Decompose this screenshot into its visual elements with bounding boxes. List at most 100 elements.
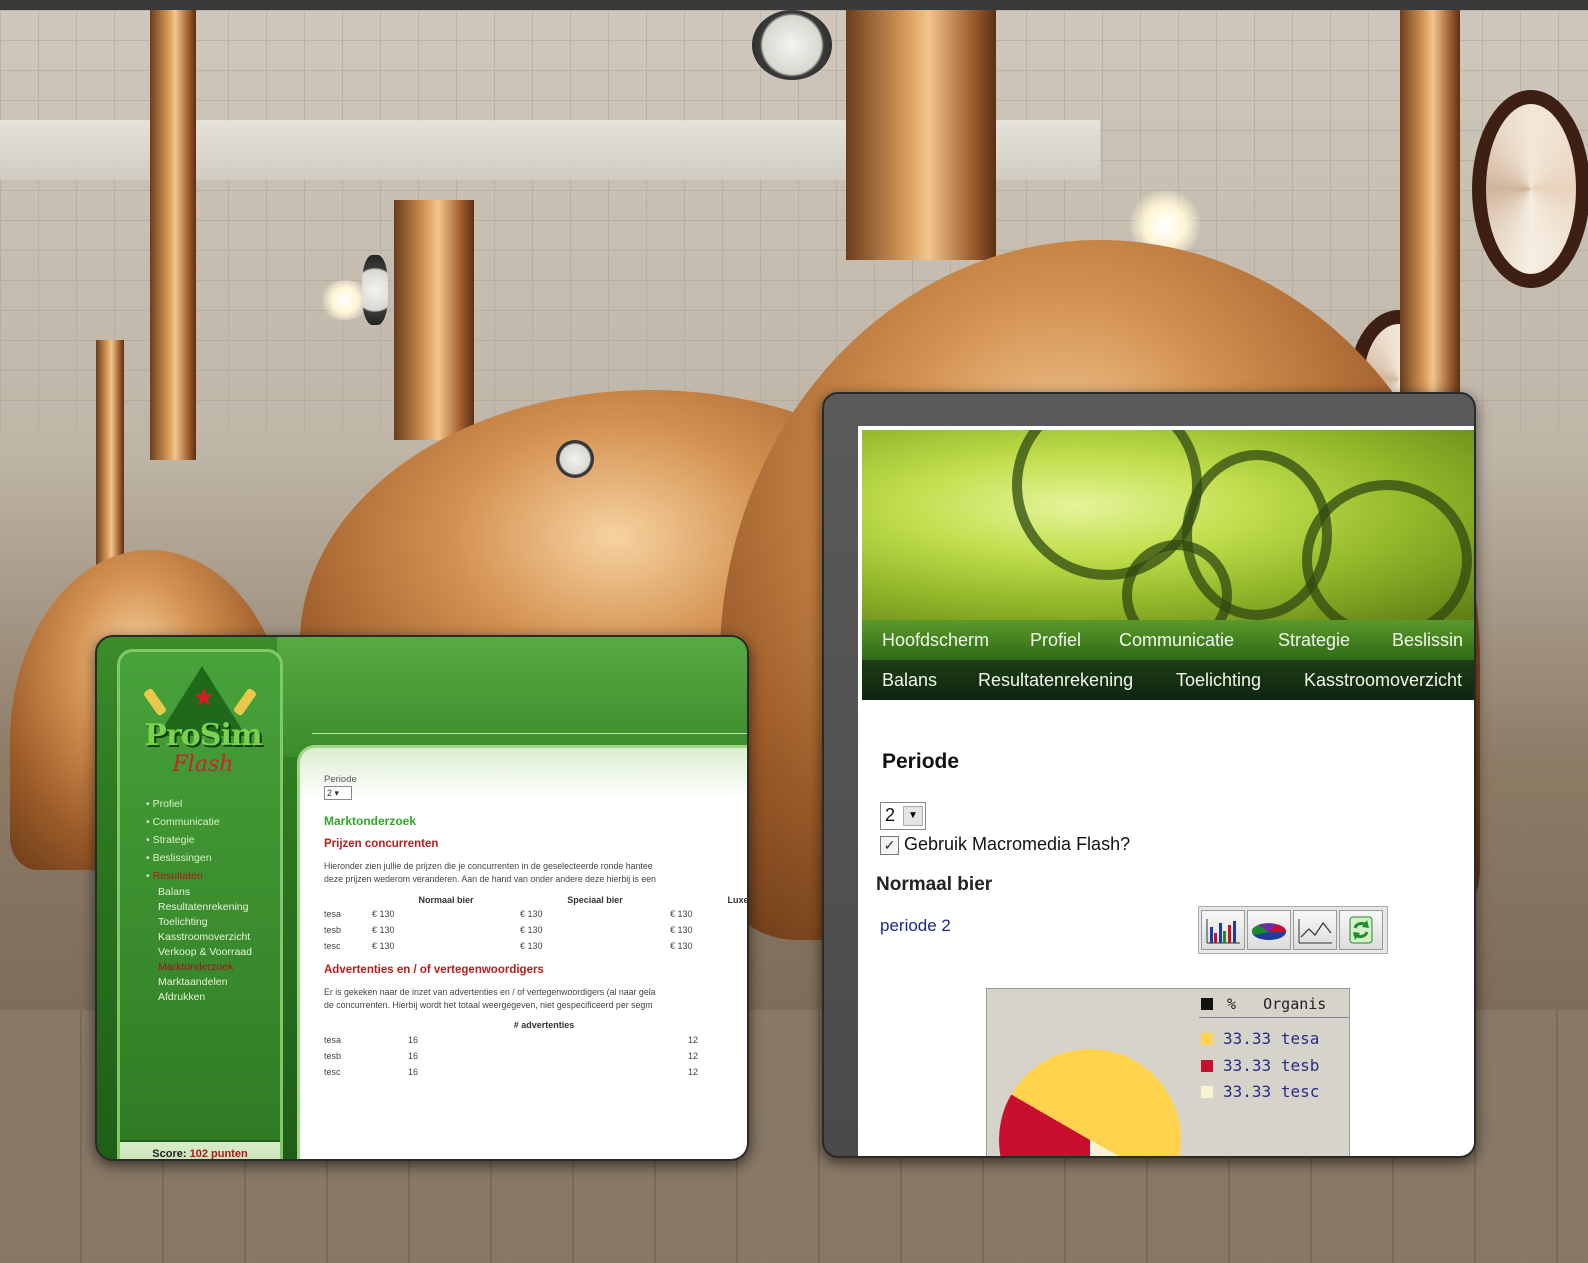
copper-pipe [1400, 10, 1460, 430]
pie-chart-icon[interactable] [1247, 910, 1291, 950]
sidebar-subitem-balans[interactable]: Balans [146, 885, 286, 900]
logo-text: ProSim [144, 718, 262, 753]
table-row: tesc 16 12 [324, 1064, 724, 1080]
star-icon: ★ [192, 682, 216, 712]
sidebar-subitem-resultatenrekening[interactable]: Resultatenrekening [146, 900, 286, 915]
browser-pane: Hoofdscherm Profiel Communicatie Strateg… [858, 426, 1474, 1156]
sidebar-item-resultaten[interactable]: Resultaten [146, 867, 286, 885]
flash-checkbox[interactable]: ✓ [880, 836, 899, 855]
legend-item: 33.33 tesa [1201, 1029, 1319, 1048]
table-cell: € 130 [372, 941, 395, 951]
subnav-item-balans[interactable]: Balans [882, 660, 937, 700]
header-banner [862, 430, 1474, 620]
subnav-item-kasstroomoverzicht[interactable]: Kasstroomoverzicht [1304, 660, 1462, 700]
table-cell: € 130 [670, 909, 693, 919]
table-header [324, 894, 372, 906]
table-cell: tesc [324, 941, 341, 951]
nav-item-beslissingen[interactable]: Beslissin [1392, 620, 1463, 660]
nav-item-strategie[interactable]: Strategie [1278, 620, 1350, 660]
legend-value: 33.33 [1223, 1082, 1272, 1101]
table-cell: tesc [324, 1067, 341, 1077]
text-line: Hieronder zien jullie de prijzen die je … [324, 861, 653, 871]
ad-table-header: # advertenties [513, 1020, 575, 1030]
sidebar-subitem-marktonderzoek[interactable]: Marktonderzoek [146, 960, 286, 975]
periode-label: Periode [324, 774, 357, 785]
nav-item-hoofdscherm[interactable]: Hoofdscherm [882, 620, 989, 660]
nav-item-profiel[interactable]: Profiel [1030, 620, 1081, 660]
flash-checkbox-label: Gebruik Macromedia Flash? [904, 834, 1131, 854]
chevron-down-icon: ▼ [903, 806, 923, 826]
bar-chart-icon[interactable] [1201, 910, 1245, 950]
legend-header: % Organis [1201, 995, 1326, 1013]
table-cell: tesa [324, 909, 342, 919]
subnav-item-toelichting[interactable]: Toelichting [1176, 660, 1261, 700]
table-cell: € 130 [372, 925, 395, 935]
sidebar-subitem-verkoop-voorraad[interactable]: Verkoop & Voorraad [146, 945, 286, 960]
top-bar [0, 0, 1588, 10]
sidebar-item-beslissingen[interactable]: Beslissingen [146, 849, 286, 867]
prosim-logo: ★ ProSim Flash [136, 666, 266, 786]
section-text: Er is gekeken naar de inzet van adverten… [324, 986, 747, 1012]
sidebar-nav: Profiel Communicatie Strategie Beslissin… [146, 795, 286, 1005]
gauge [362, 255, 388, 325]
table-cell: 12 [688, 1067, 699, 1077]
table-cell: tesb [324, 925, 342, 935]
table-cell: 12 [688, 1035, 699, 1045]
page-heading: Marktonderzoek [324, 814, 417, 828]
sidebar-item-communicatie[interactable]: Communicatie [146, 813, 286, 831]
price-table: Normaal bier Speciaal bier Luxe bie tesa… [324, 894, 747, 954]
subnav-item-resultatenrekening[interactable]: Resultatenrekening [978, 660, 1133, 700]
legend-percent-label: % [1227, 995, 1237, 1013]
sidebar-subitem-afdrukken[interactable]: Afdrukken [146, 990, 286, 1005]
table-cell: € 130 [520, 925, 543, 935]
legend-org-label: Organis [1263, 995, 1327, 1013]
table-cell: 12 [688, 1051, 699, 1061]
table-header: Speciaal bier [567, 895, 623, 905]
pie-chart [999, 1049, 1181, 1156]
periode-select-value: 2 [327, 788, 333, 798]
text-line: deze prijzen wederom veranderen. Aan de … [324, 874, 657, 884]
periode-select[interactable]: 2 ▾ [324, 786, 352, 800]
header-glow [277, 637, 747, 757]
section-text: Hieronder zien jullie de prijzen die je … [324, 860, 747, 886]
sidebar-subitem-toelichting[interactable]: Toelichting [146, 915, 286, 930]
banner-swirl [1302, 480, 1472, 620]
copper-pipe [846, 10, 996, 260]
table-cell: € 130 [372, 909, 395, 919]
chart-type-toolbar [1198, 906, 1388, 954]
legend-swatch [1201, 1086, 1213, 1098]
nav-item-communicatie[interactable]: Communicatie [1119, 620, 1234, 660]
main-nav: Hoofdscherm Profiel Communicatie Strateg… [862, 620, 1474, 660]
score-display: Score: 102 punten [120, 1140, 280, 1159]
sidebar: ★ ProSim Flash Profiel Communicatie Stra… [117, 649, 286, 1159]
sidebar-subitem-marktaandelen[interactable]: Marktaandelen [146, 975, 286, 990]
legend-header-swatch [1201, 998, 1213, 1010]
periode-select[interactable]: 2 ▼ [880, 802, 926, 830]
chevron-down-icon: ▾ [334, 788, 340, 798]
sidebar-item-strategie[interactable]: Strategie [146, 831, 286, 849]
periode-select-value: 2 [885, 805, 896, 825]
table-row: tesa 16 12 [324, 1032, 724, 1048]
periode-title: Periode [882, 750, 960, 773]
sidebar-subitem-kasstroomoverzicht[interactable]: Kasstroomoverzicht [146, 930, 286, 945]
periode-link[interactable]: periode 2 [880, 916, 951, 936]
copper-pipe [150, 10, 196, 460]
table-row: tesa € 130 € 130 € 130 [324, 906, 747, 922]
main-content: Periode 2 ▼ ✓ Gebruik Macromedia Flash? … [858, 700, 1474, 1156]
table-cell: € 130 [670, 941, 693, 951]
prosim-screenshot-right: Hoofdscherm Profiel Communicatie Strateg… [822, 392, 1476, 1158]
legend-value: 33.33 [1223, 1056, 1272, 1075]
table-row: tesb € 130 € 130 € 130 [324, 922, 747, 938]
header-divider [312, 733, 747, 734]
legend-name: tesa [1280, 1029, 1320, 1048]
sidebar-item-profiel[interactable]: Profiel [146, 795, 286, 813]
table-cell: tesa [324, 1035, 342, 1045]
legend-swatch [1201, 1033, 1213, 1045]
section-subheading: Normaal bier [876, 874, 993, 895]
refresh-icon[interactable] [1339, 910, 1383, 950]
line-chart-icon[interactable] [1293, 910, 1337, 950]
table-header: Normaal bier [418, 895, 474, 905]
table-header-row: Normaal bier Speciaal bier Luxe bie [324, 894, 747, 906]
pie-chart-panel: % Organis 33.33 tesa 33.33 tesb 33.33 te… [986, 988, 1350, 1156]
legend-name: tesc [1280, 1082, 1320, 1101]
